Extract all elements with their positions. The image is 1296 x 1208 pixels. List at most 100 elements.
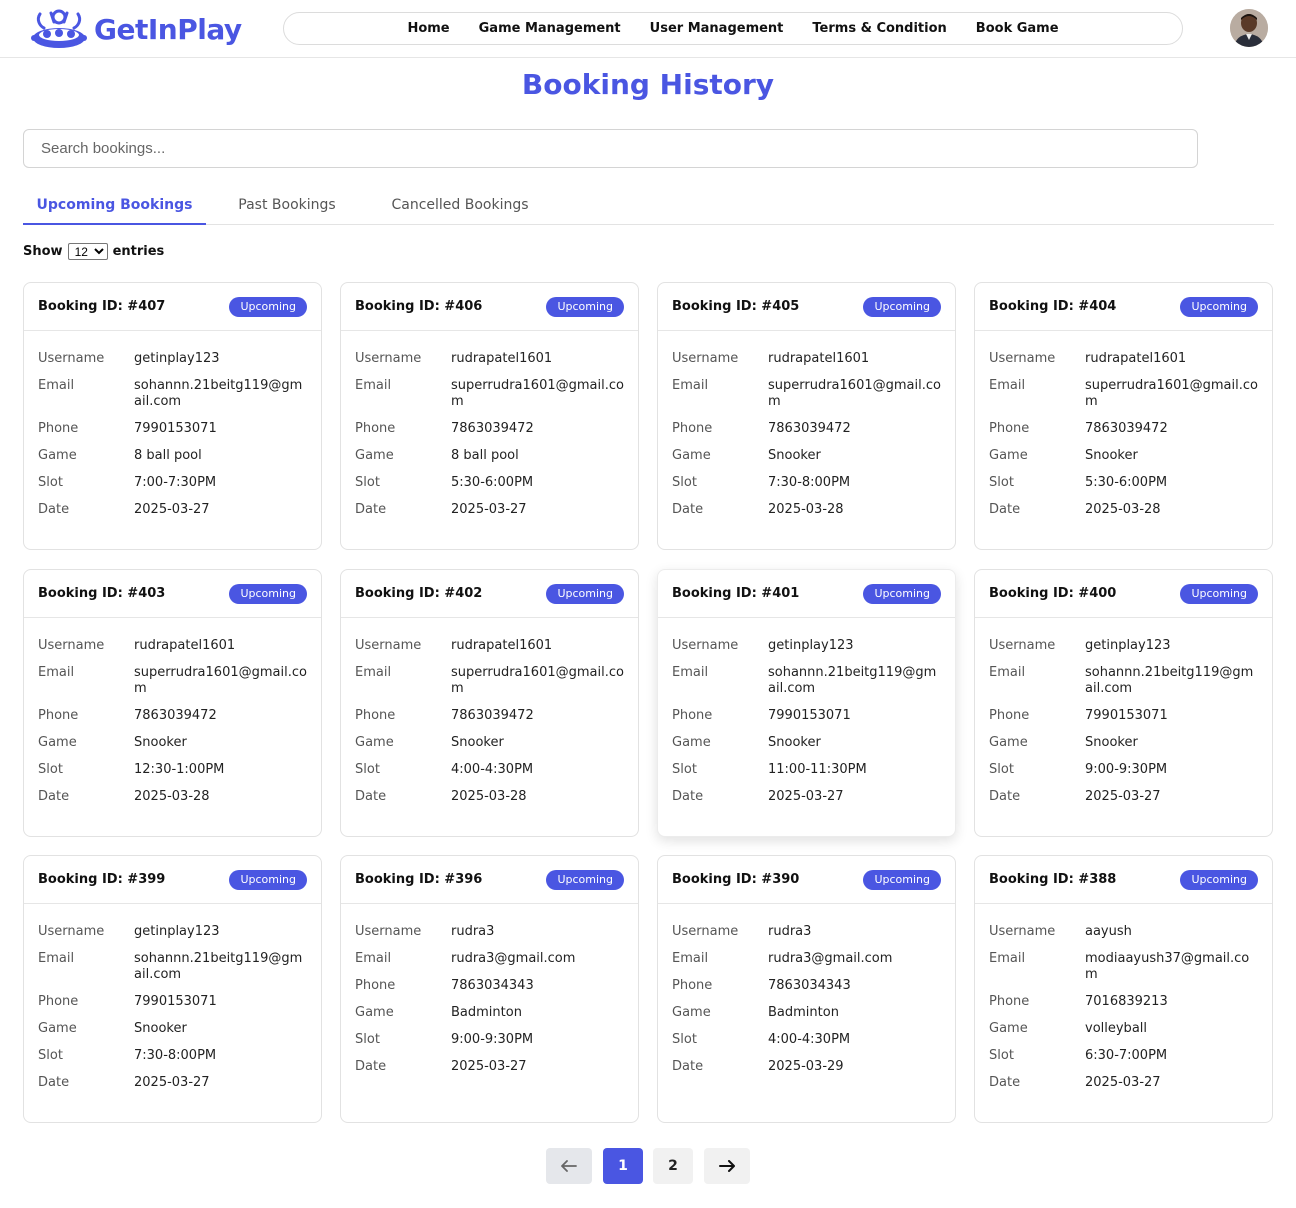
booking-card-header: Booking ID: #402 Upcoming bbox=[341, 570, 638, 618]
next-page-button[interactable] bbox=[704, 1148, 750, 1184]
booking-card-body: Username rudra3 Email rudra3@gmail.com Phone… bbox=[658, 904, 955, 1075]
email-label: Email bbox=[355, 665, 392, 680]
slot-label: Slot bbox=[355, 762, 380, 777]
booking-field-date: Date 2025-03-28 bbox=[672, 502, 941, 518]
phone-value: 7863034343 bbox=[451, 978, 534, 993]
status-badge: Upcoming bbox=[1180, 584, 1258, 604]
booking-card-body: Username rudra3 Email rudra3@gmail.com Phone… bbox=[341, 904, 638, 1075]
booking-field-date: Date 2025-03-27 bbox=[989, 789, 1258, 805]
booking-card[interactable]: Booking ID: #400 Upcoming Username getinpla… bbox=[974, 569, 1273, 837]
booking-card-body: Username getinplay123 Email sohannn.21beitg… bbox=[975, 618, 1272, 805]
booking-field-username: Username getinplay123 bbox=[672, 638, 941, 654]
booking-card[interactable]: Booking ID: #396 Upcoming Username rudra3 Em… bbox=[340, 855, 639, 1123]
booking-field-slot: Slot 4:00-4:30PM bbox=[672, 1032, 941, 1048]
booking-field-slot: Slot 5:30-6:00PM bbox=[355, 475, 624, 491]
username-value: rudrapatel1601 bbox=[768, 351, 870, 366]
booking-id: Booking ID: #406 bbox=[355, 299, 483, 314]
slot-value: 12:30-1:00PM bbox=[134, 762, 225, 777]
slot-value: 9:00-9:30PM bbox=[1085, 762, 1168, 777]
booking-field-phone: Phone 7863034343 bbox=[355, 978, 624, 994]
nav-terms-condition[interactable]: Terms & Condition bbox=[812, 21, 946, 36]
slot-value: 7:30-8:00PM bbox=[768, 475, 851, 490]
tab-cancelled-bookings[interactable]: Cancelled Bookings bbox=[375, 187, 545, 225]
booking-card[interactable]: Booking ID: #407 Upcoming Username getinpla… bbox=[23, 282, 322, 550]
booking-field-email: Email sohannn.21beitg119@gmail.com bbox=[38, 378, 307, 410]
phone-label: Phone bbox=[355, 978, 396, 993]
email-label: Email bbox=[672, 378, 709, 393]
nav-user-management[interactable]: User Management bbox=[650, 21, 784, 36]
booking-card[interactable]: Booking ID: #401 Upcoming Username getinpla… bbox=[657, 569, 956, 837]
nav-game-management[interactable]: Game Management bbox=[479, 21, 621, 36]
date-value: 2025-03-28 bbox=[1085, 502, 1161, 517]
status-badge: Upcoming bbox=[546, 870, 624, 890]
booking-field-date: Date 2025-03-29 bbox=[672, 1059, 941, 1075]
booking-card-header: Booking ID: #399 Upcoming bbox=[24, 856, 321, 904]
game-label: Game bbox=[672, 735, 711, 750]
slot-value: 4:00-4:30PM bbox=[768, 1032, 851, 1047]
game-value: Snooker bbox=[134, 1021, 187, 1036]
brand-logo[interactable]: GetInPlay bbox=[30, 8, 242, 50]
booking-card-header: Booking ID: #406 Upcoming bbox=[341, 283, 638, 331]
page-2-button[interactable]: 2 bbox=[653, 1148, 693, 1184]
tab-upcoming-bookings[interactable]: Upcoming Bookings bbox=[23, 187, 206, 225]
date-label: Date bbox=[38, 502, 70, 517]
tab-past-bookings[interactable]: Past Bookings bbox=[218, 187, 356, 225]
slot-value: 9:00-9:30PM bbox=[451, 1032, 534, 1047]
booking-field-phone: Phone 7863039472 bbox=[38, 708, 307, 724]
slot-value: 6:30-7:00PM bbox=[1085, 1048, 1168, 1063]
phone-value: 7863039472 bbox=[451, 421, 534, 436]
username-value: getinplay123 bbox=[134, 351, 220, 366]
prev-page-button[interactable] bbox=[546, 1148, 592, 1184]
logo-icon bbox=[31, 9, 87, 48]
booking-card[interactable]: Booking ID: #403 Upcoming Username rudrapat… bbox=[23, 569, 322, 837]
search-input[interactable] bbox=[23, 129, 1198, 168]
phone-value: 7990153071 bbox=[134, 994, 217, 1009]
booking-field-phone: Phone 7863034343 bbox=[672, 978, 941, 994]
booking-card-header: Booking ID: #396 Upcoming bbox=[341, 856, 638, 904]
booking-field-phone: Phone 7990153071 bbox=[38, 421, 307, 437]
booking-field-phone: Phone 7863039472 bbox=[355, 421, 624, 437]
status-badge: Upcoming bbox=[863, 297, 941, 317]
email-value: sohannn.21beitg119@gmail.com bbox=[1085, 665, 1254, 696]
booking-id: Booking ID: #399 bbox=[38, 872, 166, 887]
phone-label: Phone bbox=[989, 708, 1030, 723]
booking-card[interactable]: Booking ID: #405 Upcoming Username rudrapat… bbox=[657, 282, 956, 550]
username-value: aayush bbox=[1085, 924, 1132, 939]
username-label: Username bbox=[672, 638, 739, 653]
booking-id: Booking ID: #400 bbox=[989, 586, 1117, 601]
username-label: Username bbox=[355, 351, 422, 366]
booking-field-username: Username getinplay123 bbox=[38, 924, 307, 940]
booking-card-body: Username rudrapatel1601 Email superrudra160… bbox=[658, 331, 955, 518]
username-label: Username bbox=[989, 924, 1056, 939]
status-badge: Upcoming bbox=[863, 584, 941, 604]
booking-card[interactable]: Booking ID: #404 Upcoming Username rudrapat… bbox=[974, 282, 1273, 550]
booking-field-phone: Phone 7990153071 bbox=[38, 994, 307, 1010]
booking-id: Booking ID: #401 bbox=[672, 586, 800, 601]
booking-field-slot: Slot 7:00-7:30PM bbox=[38, 475, 307, 491]
phone-label: Phone bbox=[355, 708, 396, 723]
booking-field-slot: Slot 6:30-7:00PM bbox=[989, 1048, 1258, 1064]
booking-card-header: Booking ID: #388 Upcoming bbox=[975, 856, 1272, 904]
booking-card[interactable]: Booking ID: #399 Upcoming Username getinpla… bbox=[23, 855, 322, 1123]
date-value: 2025-03-27 bbox=[451, 502, 527, 517]
nav-book-game[interactable]: Book Game bbox=[976, 21, 1059, 36]
user-avatar[interactable] bbox=[1230, 9, 1268, 47]
booking-field-email: Email superrudra1601@gmail.com bbox=[672, 378, 941, 410]
booking-card[interactable]: Booking ID: #388 Upcoming Username aayush Em… bbox=[974, 855, 1273, 1123]
booking-field-date: Date 2025-03-27 bbox=[989, 1075, 1258, 1091]
booking-card[interactable]: Booking ID: #406 Upcoming Username rudrapat… bbox=[340, 282, 639, 550]
email-value: sohannn.21beitg119@gmail.com bbox=[134, 951, 303, 982]
date-label: Date bbox=[672, 1059, 704, 1074]
nav-home[interactable]: Home bbox=[407, 21, 449, 36]
entries-select[interactable]: 12 bbox=[67, 243, 108, 260]
page-1-button[interactable]: 1 bbox=[603, 1148, 643, 1184]
booking-field-email: Email rudra3@gmail.com bbox=[672, 951, 941, 967]
booking-card[interactable]: Booking ID: #402 Upcoming Username rudrapat… bbox=[340, 569, 639, 837]
booking-field-username: Username rudrapatel1601 bbox=[355, 638, 624, 654]
game-value: Snooker bbox=[451, 735, 504, 750]
booking-id: Booking ID: #396 bbox=[355, 872, 483, 887]
booking-id: Booking ID: #404 bbox=[989, 299, 1117, 314]
game-label: Game bbox=[38, 735, 77, 750]
booking-card[interactable]: Booking ID: #390 Upcoming Username rudra3 Em… bbox=[657, 855, 956, 1123]
booking-field-slot: Slot 9:00-9:30PM bbox=[989, 762, 1258, 778]
